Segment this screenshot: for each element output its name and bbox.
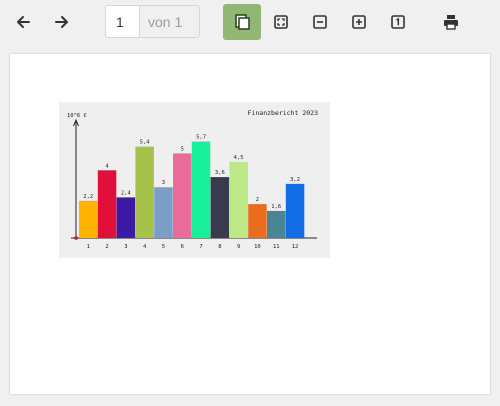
single-page-view-button[interactable] xyxy=(223,4,261,40)
bar-11 xyxy=(267,210,286,238)
x-tick-label-12: 12 xyxy=(292,244,299,250)
back-button[interactable] xyxy=(9,8,37,36)
x-tick-label-9: 9 xyxy=(237,244,240,250)
single-page-view-icon xyxy=(235,14,250,30)
x-tick-label-5: 5 xyxy=(162,244,165,250)
pdf-toolbar: von 1 xyxy=(0,0,500,44)
value-label-12: 3,2 xyxy=(290,177,300,183)
bar-12 xyxy=(285,183,305,238)
x-tick-label-11: 11 xyxy=(273,244,280,250)
bar-8 xyxy=(210,177,230,238)
value-label-5: 3 xyxy=(162,180,165,186)
bar-6 xyxy=(173,153,192,238)
arrow-left-icon xyxy=(17,16,30,28)
y-axis-label: 10^6 € xyxy=(67,113,87,119)
pdf-page: 10^6 € Finanzbericht 2023 2,2 1 4 2 2,4 3 5,4 4… xyxy=(10,54,490,394)
bar-7 xyxy=(191,141,211,238)
zoom-in-icon xyxy=(352,15,366,29)
x-tick-label-6: 6 xyxy=(181,244,184,250)
actual-size-icon xyxy=(391,15,405,29)
zoom-out-button[interactable] xyxy=(306,8,334,36)
forward-button[interactable] xyxy=(48,8,76,36)
bars-group: 2,2 1 4 2 2,4 3 5,4 4 3 5 5 6 5,7 7 3,6 8 4,5 9 2 10 1,6 11 3,… xyxy=(79,135,305,250)
x-tick-label-1: 1 xyxy=(87,244,90,250)
bar-10 xyxy=(248,204,267,238)
page-navigator: von 1 xyxy=(105,5,200,38)
value-label-9: 4,5 xyxy=(234,155,244,161)
print-icon xyxy=(444,15,458,30)
value-label-8: 3,6 xyxy=(215,170,225,176)
page-total-label: von 1 xyxy=(148,13,183,30)
fit-page-icon xyxy=(274,15,288,29)
actual-size-button[interactable] xyxy=(384,8,412,36)
bar-4 xyxy=(135,146,154,238)
x-tick-label-7: 7 xyxy=(199,244,202,250)
page-number-input[interactable] xyxy=(106,6,140,37)
print-button[interactable] xyxy=(437,8,465,36)
axis-origin-dot xyxy=(74,236,78,240)
value-label-11: 1,6 xyxy=(271,204,281,210)
x-tick-label-2: 2 xyxy=(105,244,108,250)
value-label-2: 4 xyxy=(105,163,109,169)
value-label-10: 2 xyxy=(256,197,259,203)
bar-1 xyxy=(79,200,98,238)
x-tick-label-3: 3 xyxy=(124,244,127,250)
value-label-4: 5,4 xyxy=(140,140,151,146)
chart-title: Finanzbericht 2023 xyxy=(248,109,319,117)
zoom-out-icon xyxy=(313,15,327,29)
x-tick-label-8: 8 xyxy=(218,244,221,250)
bar-2 xyxy=(97,170,117,238)
value-label-6: 5 xyxy=(181,146,184,152)
bar-3 xyxy=(116,197,136,238)
chart-image: 10^6 € Finanzbericht 2023 2,2 1 4 2 2,4 3 5,4 4… xyxy=(59,102,330,258)
x-tick-label-4: 4 xyxy=(143,244,147,250)
zoom-in-button[interactable] xyxy=(345,8,373,36)
value-label-7: 5,7 xyxy=(196,135,206,141)
value-label-3: 2,4 xyxy=(121,190,132,196)
bar-chart: 10^6 € Finanzbericht 2023 2,2 1 4 2 2,4 3 5,4 4… xyxy=(67,109,319,250)
fit-page-button[interactable] xyxy=(267,8,295,36)
arrow-right-icon xyxy=(55,16,68,28)
bar-9 xyxy=(229,161,248,238)
bar-5 xyxy=(154,187,173,238)
x-tick-label-10: 10 xyxy=(254,244,261,250)
value-label-1: 2,2 xyxy=(83,194,93,200)
